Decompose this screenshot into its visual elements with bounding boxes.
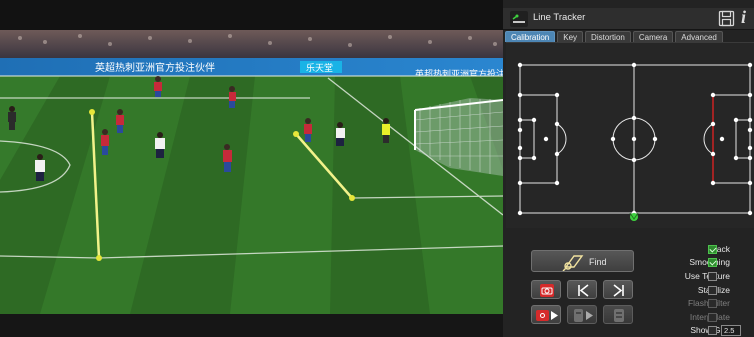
right-penalty-arc <box>703 123 714 155</box>
control-panel: Line Tracker i Calibration Key Distortio… <box>503 0 754 337</box>
snapshot-button[interactable] <box>531 280 561 299</box>
batch-play-icon <box>574 309 593 322</box>
option-use-texture: Use Texture <box>633 271 751 283</box>
camera-play-icon <box>536 310 558 321</box>
smoothing-checkbox[interactable] <box>708 258 717 267</box>
option-smoothing: Smoothing <box>633 257 751 269</box>
use-texture-checkbox[interactable] <box>708 272 717 281</box>
key-point[interactable] <box>96 255 102 261</box>
batch-icon <box>614 309 624 322</box>
option-stabilize: Stabilize <box>633 285 751 297</box>
tab-key[interactable]: Key <box>557 31 584 42</box>
tab-advanced[interactable]: Advanced <box>675 31 723 42</box>
show-grid-checkbox[interactable] <box>708 326 717 335</box>
interpolate-checkbox[interactable] <box>708 313 717 322</box>
flash-filter-checkbox[interactable] <box>708 299 717 308</box>
camera-position-marker[interactable] <box>629 212 639 221</box>
jump-end-button[interactable] <box>603 280 633 299</box>
grid-size-field[interactable]: 2.5 <box>721 325 741 336</box>
right-goal-box <box>735 119 751 159</box>
batch-button[interactable] <box>603 305 633 324</box>
find-lines-icon <box>562 255 584 271</box>
jump-start-button[interactable] <box>567 280 597 299</box>
key-point[interactable] <box>89 109 95 115</box>
camera-icon <box>540 284 554 297</box>
letterbox-bottom <box>0 314 503 337</box>
title-bar: Line Tracker i <box>503 7 754 30</box>
app-title: Line Tracker <box>533 12 586 23</box>
letterbox-top-cover <box>0 0 503 30</box>
track-checkbox[interactable] <box>708 245 717 254</box>
jump-end-icon <box>613 284 624 297</box>
left-goal-box <box>519 119 535 159</box>
find-button[interactable]: Find <box>531 250 634 272</box>
video-viewport[interactable]: 英超热刺亚洲官方投注伙伴 乐天堂 英超热刺亚洲官方投注 <box>0 0 503 337</box>
key-point[interactable] <box>349 195 355 201</box>
key-point[interactable] <box>293 131 299 137</box>
crowd-stand <box>0 30 503 58</box>
option-flash-filter: Flash Filter <box>633 298 751 310</box>
calibration-points[interactable] <box>517 62 753 216</box>
line-tracker-logo-icon <box>510 11 528 27</box>
stabilize-checkbox[interactable] <box>708 286 717 295</box>
record-button[interactable] <box>531 305 561 324</box>
tab-bar: Calibration Key Distortion Camera Advanc… <box>505 31 723 42</box>
option-track: Track <box>633 244 751 256</box>
left-penalty-arc <box>556 123 567 155</box>
jump-start-icon <box>578 284 589 297</box>
ad-board-text-1: 英超热刺亚洲官方投注伙伴 <box>95 61 215 74</box>
option-interpolate: Interpolate <box>633 312 751 324</box>
right-penalty-box <box>712 94 751 184</box>
ad-board-text-2: 乐天堂 <box>306 62 333 74</box>
tab-calibration[interactable]: Calibration <box>505 31 556 42</box>
football-frame[interactable]: 英超热刺亚洲官方投注伙伴 乐天堂 英超热刺亚洲官方投注 <box>0 0 503 337</box>
find-button-label: Find <box>589 257 607 267</box>
option-show-grid: Show Grid 2.5 <box>633 325 751 337</box>
left-penalty-box <box>519 94 558 184</box>
tab-camera[interactable]: Camera <box>632 31 674 42</box>
batch-play-button[interactable] <box>567 305 597 324</box>
floppy-disk-icon[interactable] <box>718 10 735 27</box>
tab-distortion[interactable]: Distortion <box>585 31 631 42</box>
pitch-model-view[interactable] <box>506 42 754 228</box>
info-button[interactable]: i <box>741 7 746 28</box>
pitch-diagram[interactable] <box>506 43 754 229</box>
